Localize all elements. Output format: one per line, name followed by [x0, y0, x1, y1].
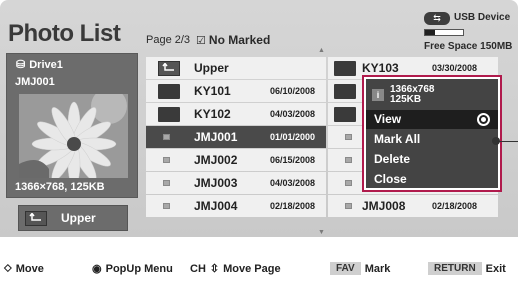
mark-status: No Marked: [208, 33, 271, 47]
upper-folder-icon: [158, 60, 180, 76]
scroll-down-icon[interactable]: ▼: [318, 229, 325, 236]
list-item[interactable]: JMJ008 02/18/2008: [328, 195, 498, 217]
photo-icon: [345, 157, 352, 163]
list-item-date: 04/03/2008: [270, 109, 316, 119]
list-item-date: 03/30/2008: [432, 63, 478, 73]
upper-button-label: Upper: [61, 211, 96, 225]
storage-bar-fill: [425, 30, 435, 35]
menu-item-mark-all[interactable]: Mark All: [366, 130, 498, 149]
list-item-name: KY103: [362, 61, 399, 75]
list-item-name: JMJ001: [194, 130, 238, 144]
menu-item-label: Mark All: [374, 132, 421, 146]
photo-list-panel: Photo List Page 2/3 ☑ No Marked ▲ ▼ ⇆ US…: [0, 0, 518, 237]
menu-item-delete[interactable]: Delete: [366, 150, 498, 169]
list-item[interactable]: JMJ004 02/18/2008: [146, 195, 326, 217]
list-item[interactable]: JMJ002 06/15/2008: [146, 149, 326, 171]
upper-button[interactable]: Upper: [18, 205, 128, 231]
menu-item-label: Delete: [374, 152, 411, 166]
page-title: Photo List: [8, 20, 121, 47]
list-item-date: 02/18/2008: [270, 201, 316, 211]
list-item[interactable]: JMJ001 01/01/2000: [146, 126, 326, 148]
menu-item-label: View: [374, 112, 402, 126]
popup-size: 125KB: [390, 94, 422, 105]
drive-name: Drive1: [29, 58, 63, 71]
drive-icon: ⛁: [16, 59, 26, 71]
photo-icon: [345, 134, 352, 140]
footer-exit-label: Exit: [485, 262, 506, 275]
navigate-arrows-icon: ⬦: [4, 262, 12, 274]
ok-button-icon: ◉: [92, 263, 102, 275]
popup-info: i 1366x768 125KB: [372, 85, 435, 105]
checkbox-icon: ☑: [196, 34, 206, 47]
menu-item-label: Close: [374, 172, 407, 186]
list-item[interactable]: Upper: [146, 57, 326, 79]
photo-icon: [163, 180, 170, 186]
popup-menu: i 1366x768 125KB View Mark All Delete Cl…: [362, 75, 502, 192]
list-item[interactable]: KY102 04/03/2008: [146, 103, 326, 125]
folder-icon: [334, 60, 356, 76]
footer-ch-label: CH: [190, 262, 206, 275]
photo-icon: [345, 203, 352, 209]
footer-popup-label: PopUp Menu: [105, 262, 173, 275]
folder-icon: [334, 106, 356, 122]
folder-icon: [158, 106, 180, 122]
page-indicator: Page 2/3: [146, 34, 191, 46]
preview-filename: JMJ001: [15, 76, 55, 88]
list-item-name: JMJ002: [194, 153, 238, 167]
folder-icon: [158, 83, 180, 99]
photo-icon: [163, 157, 170, 163]
list-item-name: Upper: [194, 61, 229, 75]
usb-status: ⇆ USB Device Free Space 150MB: [424, 12, 514, 58]
photo-icon: [163, 134, 170, 140]
footer-move-page-label: Move Page: [223, 262, 281, 275]
file-list-left: Upper KY101 06/10/2008 KY102 04/03/2008 JMJ00…: [146, 57, 326, 218]
list-item-name: KY101: [194, 84, 231, 98]
photo-icon: [345, 180, 352, 186]
footer-move-label: Move: [15, 262, 44, 275]
callout-dot: [492, 137, 500, 145]
preview-thumbnail: [19, 94, 128, 178]
preview-info: 1366×768, 125KB: [15, 181, 105, 193]
menu-item-close[interactable]: Close: [366, 170, 498, 189]
usb-icon: ⇆: [424, 12, 450, 25]
page-info: Page 2/3 ☑ No Marked: [146, 33, 270, 47]
folder-icon: [334, 83, 356, 99]
radio-selected-icon: [477, 113, 490, 126]
footer-mark-label: Mark: [364, 262, 391, 275]
list-item[interactable]: KY101 06/10/2008: [146, 80, 326, 102]
list-item-date: 02/18/2008: [432, 201, 478, 211]
footer-help: ⬦ Move ◉ PopUp Menu CH ⇳ Move Page FAV M…: [0, 262, 518, 280]
drive-label: ⛁ Drive1: [16, 58, 63, 72]
photo-icon: [163, 203, 170, 209]
list-item-name: KY102: [194, 107, 231, 121]
list-item-date: 06/10/2008: [270, 86, 316, 96]
scroll-up-icon[interactable]: ▲: [318, 47, 325, 54]
list-item-name: JMJ008: [362, 199, 406, 213]
preview-pane: ⛁ Drive1 JMJ001 1366×768, 125KB: [6, 53, 138, 198]
free-space-label: Free Space 150MB: [424, 41, 513, 52]
info-icon: i: [372, 89, 384, 101]
ch-updown-icon: ⇳: [209, 263, 220, 275]
list-item-name: JMJ004: [194, 199, 238, 213]
menu-item-view[interactable]: View: [366, 110, 498, 129]
list-item-date: 01/01/2000: [270, 132, 316, 142]
list-item-date: 04/03/2008: [270, 178, 316, 188]
list-item-name: JMJ003: [194, 176, 238, 190]
fav-key: FAV: [330, 262, 361, 275]
list-item-date: 06/15/2008: [270, 155, 316, 165]
usb-device-label: USB Device: [454, 12, 511, 23]
upper-folder-icon: [25, 210, 47, 226]
return-key: RETURN: [428, 262, 482, 275]
list-item[interactable]: JMJ003 04/03/2008: [146, 172, 326, 194]
storage-bar: [424, 29, 464, 36]
